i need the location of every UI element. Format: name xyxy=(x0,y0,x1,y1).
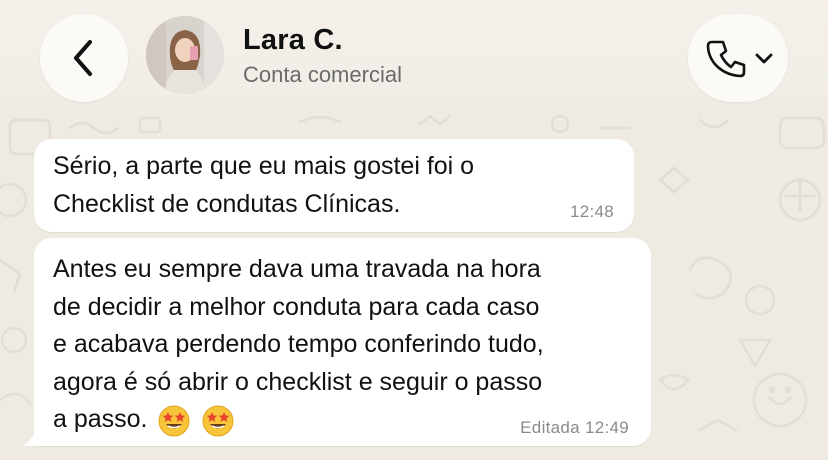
chat-header: Lara C. Conta comercial xyxy=(0,0,828,112)
contact-photo xyxy=(146,16,224,94)
avatar[interactable] xyxy=(146,16,224,94)
back-button[interactable] xyxy=(40,14,128,102)
message-bubble[interactable]: Antes eu sempre dava uma travada na hora… xyxy=(34,238,651,446)
contact-name[interactable]: Lara C. xyxy=(243,24,343,57)
star-struck-emoji-icon xyxy=(158,405,190,437)
chevron-down-icon xyxy=(755,53,773,64)
message-timestamp: 12:48 xyxy=(569,202,614,221)
contact-subtitle: Conta comercial xyxy=(243,62,402,87)
message-text: Sério, a parte que eu mais gostei foi o … xyxy=(53,152,475,218)
message-timestamp: Editada 12:49 xyxy=(520,418,629,437)
message-bubble[interactable]: Sério, a parte que eu mais gostei foi o … xyxy=(34,139,634,232)
emoji-row xyxy=(158,405,242,439)
chevron-left-icon xyxy=(74,40,92,76)
phone-icon xyxy=(706,40,746,78)
message-text: Antes eu sempre dava uma travada na hora… xyxy=(53,255,544,433)
star-struck-emoji-icon xyxy=(202,405,234,437)
call-button[interactable] xyxy=(688,14,788,102)
